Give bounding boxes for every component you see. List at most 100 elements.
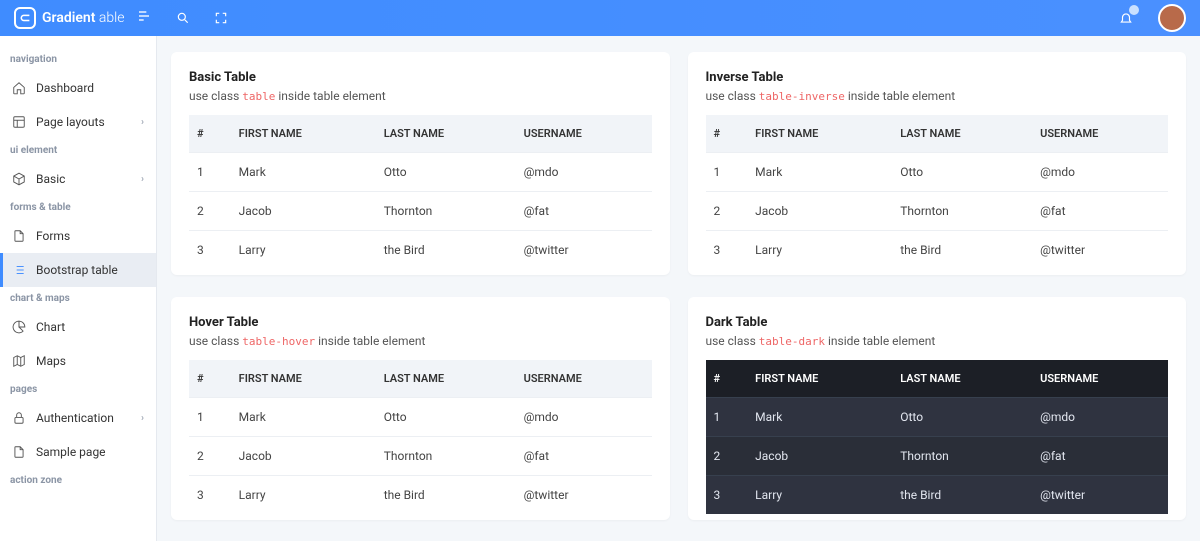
sidebar-item-forms[interactable]: Forms [0,219,156,253]
table-row: 1MarkOtto@mdo [706,398,1169,437]
card-subtitle: use class table-inverse inside table ele… [706,89,1169,103]
sidebar-item-chart[interactable]: Chart [0,310,156,344]
cell-num: 1 [189,153,231,192]
cell-first: Larry [747,231,892,270]
cell-user: @fat [1032,192,1168,231]
table-row: 3Larrythe Bird@twitter [189,476,652,515]
cell-num: 2 [706,437,748,476]
table-row: 1MarkOtto@mdo [189,153,652,192]
user-avatar[interactable] [1158,4,1186,32]
search-icon[interactable] [175,10,191,26]
card-subtitle: use class table inside table element [189,89,652,103]
data-table: #FIRST NAMELAST NAMEUSERNAME1MarkOtto@md… [189,115,652,269]
sidebar-item-dashboard[interactable]: Dashboard [0,71,156,105]
table-row: 3Larrythe Bird@twitter [189,231,652,270]
sidebar-item-label: Bootstrap table [36,263,118,277]
header-left-icons [175,10,229,26]
table-row: 3Larrythe Bird@twitter [706,231,1169,270]
card-title: Dark Table [706,315,1169,330]
sidebar-item-maps[interactable]: Maps [0,344,156,378]
sidebar-item-bootstrap-table[interactable]: Bootstrap table [0,253,156,287]
table-row: 1MarkOtto@mdo [189,398,652,437]
cell-first: Larry [231,231,376,270]
sidebar-item-authentication[interactable]: Authentication› [0,401,156,435]
cell-first: Jacob [231,192,376,231]
cell-user: @fat [516,192,652,231]
cell-num: 3 [189,231,231,270]
layout-icon [12,115,26,129]
file-icon [12,445,26,459]
cell-last: Thornton [376,437,516,476]
map-icon [12,354,26,368]
col-first: FIRST NAME [231,115,376,153]
sidebar-item-label: Forms [36,229,70,243]
card-subtitle: use class table-dark inside table elemen… [706,334,1169,348]
code-snippet: table-hover [242,335,315,348]
card-title: Hover Table [189,315,652,330]
card-title: Inverse Table [706,70,1169,85]
col-first: FIRST NAME [231,360,376,398]
table-row: 2JacobThornton@fat [706,437,1169,476]
cell-user: @twitter [516,476,652,515]
card-dark-table: Dark Table use class table-dark inside ta… [688,297,1187,520]
data-table: #FIRST NAMELAST NAMEUSERNAME1MarkOtto@md… [189,360,652,514]
col-num: # [706,360,748,398]
brand-text: Gradient able [42,10,125,26]
sidebar-item-label: Dashboard [36,81,94,95]
col-user: USERNAME [516,115,652,153]
sidebar: navigation Dashboard Page layouts›ui eleme… [0,36,157,541]
menu-collapse-icon[interactable] [137,8,153,28]
cell-user: @twitter [1032,476,1168,515]
col-user: USERNAME [516,360,652,398]
cell-first: Mark [231,153,376,192]
cell-first: Larry [231,476,376,515]
data-table: #FIRST NAMELAST NAMEUSERNAME1MarkOtto@md… [706,115,1169,269]
main-content: Basic Tableuse class table inside table … [157,36,1200,541]
cell-user: @twitter [1032,231,1168,270]
sidebar-item-label: Chart [36,320,65,334]
cell-first: Jacob [747,192,892,231]
nav-group-title: pages [0,378,156,401]
cell-num: 1 [706,153,748,192]
code-snippet: table [242,90,275,103]
cell-num: 3 [706,231,748,270]
cell-last: Thornton [376,192,516,231]
brand[interactable]: Gradient able [14,7,125,29]
code-snippet: table-inverse [759,90,845,103]
box-icon [12,172,26,186]
table-row: 1MarkOtto@mdo [706,153,1169,192]
cell-user: @twitter [516,231,652,270]
sidebar-item-label: Maps [36,354,66,368]
nav-group-title: ui element [0,139,156,162]
sidebar-item-basic[interactable]: Basic› [0,162,156,196]
col-first: FIRST NAME [747,360,892,398]
col-last: LAST NAME [892,360,1032,398]
sidebar-item-sample-page[interactable]: Sample page [0,435,156,469]
fullscreen-icon[interactable] [213,10,229,26]
data-table: #FIRST NAMELAST NAMEUSERNAME1MarkOtto@md… [706,360,1169,514]
nav-group-title: navigation [0,48,156,71]
cell-last: Otto [376,153,516,192]
cell-num: 2 [189,192,231,231]
nav-group-title: action zone [0,469,156,492]
cell-last: Thornton [892,192,1032,231]
col-last: LAST NAME [376,115,516,153]
brand-text-bold: Gradient [42,10,95,26]
cell-last: the Bird [892,476,1032,515]
cell-first: Mark [747,398,892,437]
cell-last: Otto [892,398,1032,437]
notification-bell-icon[interactable] [1118,10,1134,26]
file-icon [12,229,26,243]
sidebar-item-page-layouts[interactable]: Page layouts› [0,105,156,139]
app-header: Gradient able [0,0,1200,36]
card-hover-table: Hover Tableuse class table-hover inside … [171,297,670,520]
cell-user: @mdo [516,398,652,437]
nav-group-title: forms & table [0,196,156,219]
cell-num: 2 [706,192,748,231]
cell-user: @mdo [1032,398,1168,437]
table-row: 2JacobThornton@fat [189,437,652,476]
cell-user: @fat [1032,437,1168,476]
list-icon [12,263,26,277]
chevron-right-icon: › [141,117,144,128]
cell-num: 1 [189,398,231,437]
